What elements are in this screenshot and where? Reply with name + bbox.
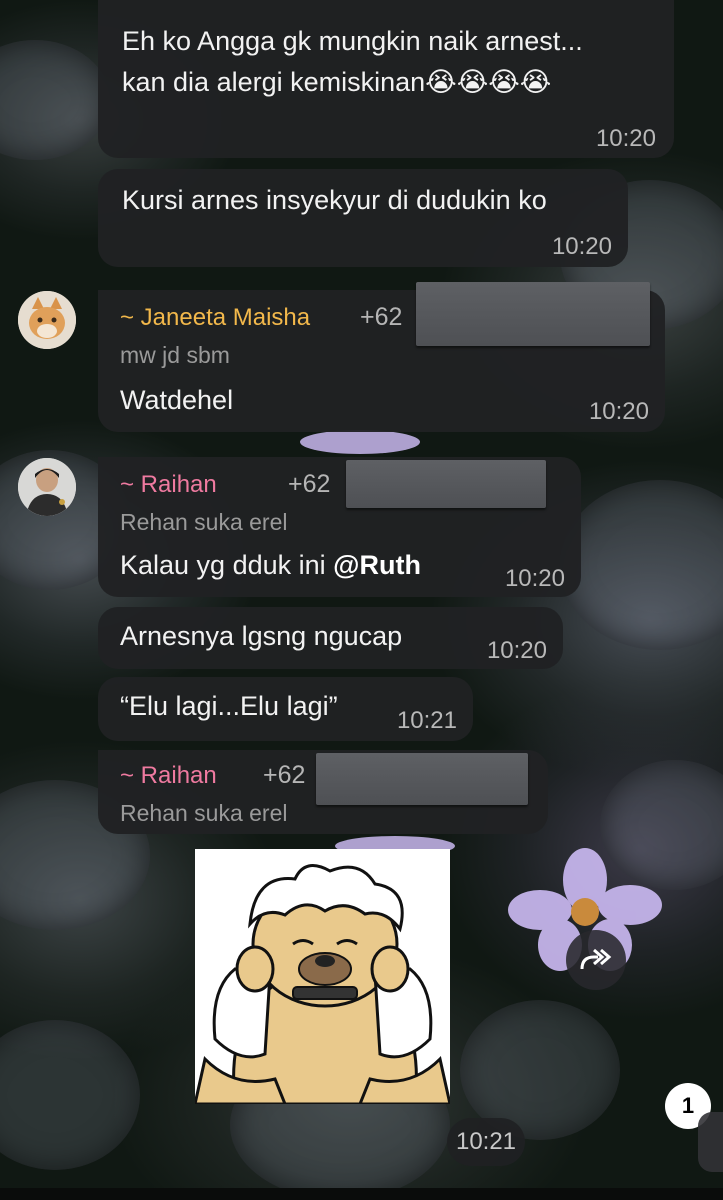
message-text: Arnesnya lgsng ngucap	[120, 621, 403, 651]
message-text: Kursi arnes insyekyur di dudukin ko	[122, 185, 547, 215]
sender-phone: +62	[288, 470, 331, 498]
message-text-part: Kalau yg dduk ini	[120, 550, 334, 580]
redacted-phone	[316, 753, 528, 805]
message-text: kan dia alergi kemiskinan😭😭😭😭	[122, 67, 552, 97]
message-bubble[interactable]: ~ Janeeta Maisha +62 mw jd sbm Watdehel …	[98, 282, 665, 432]
sender-phone: +62	[360, 303, 403, 331]
sender-name[interactable]: ~ Janeeta Maisha	[120, 304, 310, 332]
message-bubble[interactable]: Arnesnya lgsng ngucap 10:20	[98, 607, 563, 669]
message-time: 10:20	[588, 398, 649, 425]
message-time: 10:20	[551, 233, 612, 260]
redacted-phone	[416, 282, 650, 346]
avatar[interactable]	[18, 291, 76, 349]
sender-status: Rehan suka erel	[120, 509, 288, 535]
message-bubble[interactable]: “Elu lagi...Elu lagi” 10:21	[98, 677, 473, 741]
message-bubble[interactable]: Kursi arnes insyekyur di dudukin ko 10:2…	[98, 169, 628, 267]
sender-status: mw jd sbm	[120, 342, 230, 368]
message-text: Watdehel	[120, 385, 234, 415]
person-avatar-icon	[18, 458, 76, 516]
sender-name[interactable]: ~ Raihan	[120, 471, 217, 499]
sender-name[interactable]: ~ Raihan	[120, 762, 217, 790]
forward-icon	[580, 948, 612, 970]
sticker-time: 10:21	[447, 1118, 525, 1166]
avatar[interactable]	[18, 458, 76, 516]
crying-dog-sticker-icon	[193, 849, 452, 1106]
message-time: 10:20	[486, 637, 547, 664]
bottom-bar	[0, 1188, 723, 1200]
message-bubble[interactable]: ~ Raihan +62 Rehan suka erel	[98, 750, 548, 834]
redacted-phone	[346, 460, 546, 508]
message-text: “Elu lagi...Elu lagi”	[120, 691, 338, 721]
message-bubble[interactable]: ~ Raihan +62 Rehan suka erel Kalau yg dd…	[98, 457, 581, 597]
message-time: 10:21	[396, 707, 457, 734]
sender-phone: +62	[263, 761, 306, 789]
message-time: 10:20	[595, 125, 656, 152]
cat-avatar-icon	[18, 291, 76, 349]
message-text: Eh ko Angga gk mungkin naik arnest...	[122, 26, 583, 56]
sender-status: Rehan suka erel	[120, 800, 288, 826]
message-bubble[interactable]: Eh ko Angga gk mungkin naik arnest... ka…	[98, 0, 674, 158]
side-scroll-handle[interactable]	[698, 1112, 723, 1172]
message-time: 10:20	[504, 565, 565, 592]
sticker-image[interactable]	[193, 849, 452, 1106]
mention-link[interactable]: @Ruth	[333, 550, 421, 580]
message-text: Kalau yg dduk ini @Ruth	[120, 548, 421, 582]
forward-button[interactable]	[566, 930, 626, 990]
